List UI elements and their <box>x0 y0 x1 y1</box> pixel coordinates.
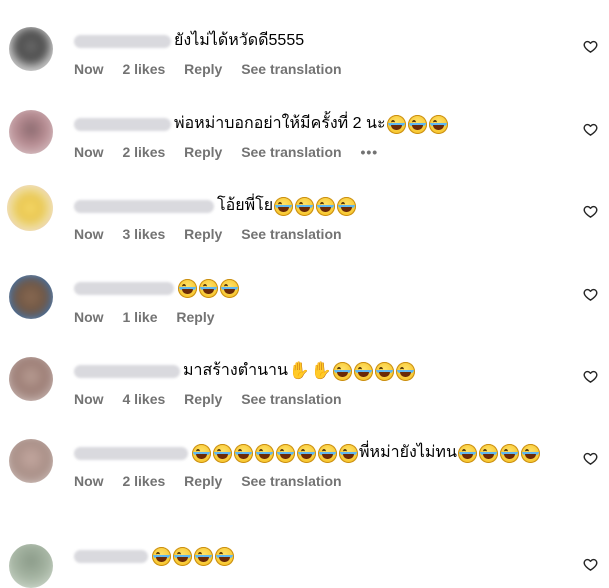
comment-text <box>74 276 569 302</box>
heart-outline-icon[interactable] <box>583 204 598 219</box>
timestamp: Now <box>74 144 104 161</box>
username[interactable] <box>74 446 188 460</box>
comment-meta: Now 2 likes Reply See translation <box>74 60 569 78</box>
reply-button[interactable]: Reply <box>184 473 222 489</box>
comment-meta: Now 2 likes Reply See translation ••• <box>74 143 569 161</box>
tears-of-joy-icon <box>428 114 448 134</box>
tears-of-joy-icon <box>499 443 519 463</box>
avatar[interactable] <box>9 439 53 483</box>
more-options-button[interactable]: ••• <box>360 144 378 160</box>
see-translation-button[interactable]: See translation <box>241 144 341 160</box>
heart-outline-icon[interactable] <box>583 451 598 466</box>
likes-count[interactable]: 1 like <box>122 309 157 325</box>
see-translation-button[interactable]: See translation <box>241 226 341 242</box>
timestamp: Now <box>74 473 104 490</box>
tears-of-joy-icon <box>318 443 337 463</box>
see-translation-button[interactable]: See translation <box>241 473 341 489</box>
tears-of-joy-icon <box>386 114 406 134</box>
tears-of-joy-icon <box>173 547 192 567</box>
likes-count[interactable]: 4 likes <box>122 391 165 407</box>
comment-meta: Now 4 likes Reply See translation <box>74 390 569 408</box>
tears-of-joy-icon <box>199 279 218 299</box>
clapping-hands-icon: ✋ <box>310 361 333 380</box>
likes-count[interactable]: 2 likes <box>122 144 165 160</box>
reply-button[interactable]: Reply <box>176 309 214 325</box>
tears-of-joy-icon <box>374 361 394 381</box>
avatar[interactable] <box>9 275 53 319</box>
likes-count[interactable]: 2 likes <box>122 473 165 489</box>
username[interactable] <box>74 364 180 378</box>
tears-of-joy-icon <box>316 196 336 216</box>
clapping-hands-icon: ✋ <box>288 361 311 380</box>
tears-of-joy-icon <box>332 361 352 381</box>
timestamp: Now <box>74 391 104 408</box>
tears-of-joy-icon <box>395 361 415 381</box>
likes-count[interactable]: 2 likes <box>122 61 165 77</box>
tears-of-joy-icon <box>337 196 357 216</box>
comment-meta: Now 2 likes Reply See translation <box>74 472 569 490</box>
username[interactable] <box>74 117 171 131</box>
comment-text: ยังไม่ได้หวัดดี5555 <box>74 28 569 54</box>
tears-of-joy-icon <box>353 361 373 381</box>
reply-button[interactable]: Reply <box>184 61 222 77</box>
tears-of-joy-icon <box>220 279 239 299</box>
tears-of-joy-icon <box>407 114 427 134</box>
heart-outline-icon[interactable] <box>583 287 598 302</box>
tears-of-joy-icon <box>152 547 171 567</box>
see-translation-button[interactable]: See translation <box>241 61 341 77</box>
tears-of-joy-icon <box>295 196 315 216</box>
comment-text: พี่หม่ายังไม่ทน <box>74 440 564 466</box>
tears-of-joy-icon <box>213 443 232 463</box>
timestamp: Now <box>74 309 104 325</box>
timestamp: Now <box>74 61 104 78</box>
avatar[interactable] <box>9 27 53 71</box>
see-translation-button[interactable]: See translation <box>241 391 341 407</box>
comment-meta: Now 1 like Reply <box>74 308 569 326</box>
reply-button[interactable]: Reply <box>184 144 222 160</box>
tears-of-joy-icon <box>339 443 358 463</box>
heart-outline-icon[interactable] <box>583 39 598 54</box>
tears-of-joy-icon <box>234 443 253 463</box>
heart-outline-icon[interactable] <box>583 557 598 572</box>
avatar[interactable] <box>7 185 53 231</box>
tears-of-joy-icon <box>178 279 197 299</box>
avatar[interactable] <box>9 544 53 588</box>
tears-of-joy-icon <box>274 196 294 216</box>
comment-text: มาสร้างตำนาน✋✋ <box>74 358 569 384</box>
likes-count[interactable]: 3 likes <box>122 226 165 242</box>
tears-of-joy-icon <box>276 443 295 463</box>
tears-of-joy-icon <box>297 443 316 463</box>
timestamp: Now <box>74 226 104 243</box>
avatar[interactable] <box>9 110 53 154</box>
comment-text <box>74 544 569 570</box>
tears-of-joy-icon <box>520 443 540 463</box>
tears-of-joy-icon <box>457 443 477 463</box>
heart-outline-icon[interactable] <box>583 122 598 137</box>
reply-button[interactable]: Reply <box>184 391 222 407</box>
tears-of-joy-icon <box>255 443 274 463</box>
tears-of-joy-icon <box>478 443 498 463</box>
username[interactable] <box>74 199 214 213</box>
username[interactable] <box>74 34 171 48</box>
comment-text: โอ้ยพี่โย <box>74 193 569 219</box>
username[interactable] <box>74 550 148 564</box>
tears-of-joy-icon <box>192 443 211 463</box>
tears-of-joy-icon <box>194 547 213 567</box>
heart-outline-icon[interactable] <box>583 369 598 384</box>
avatar[interactable] <box>9 357 53 401</box>
reply-button[interactable]: Reply <box>184 226 222 242</box>
username[interactable] <box>74 282 174 296</box>
comment-text: พ่อหม่าบอกอย่าให้มีครั้งที่ 2 นะ <box>74 111 569 137</box>
tears-of-joy-icon <box>215 547 234 567</box>
comment-meta: Now 3 likes Reply See translation <box>74 225 569 243</box>
